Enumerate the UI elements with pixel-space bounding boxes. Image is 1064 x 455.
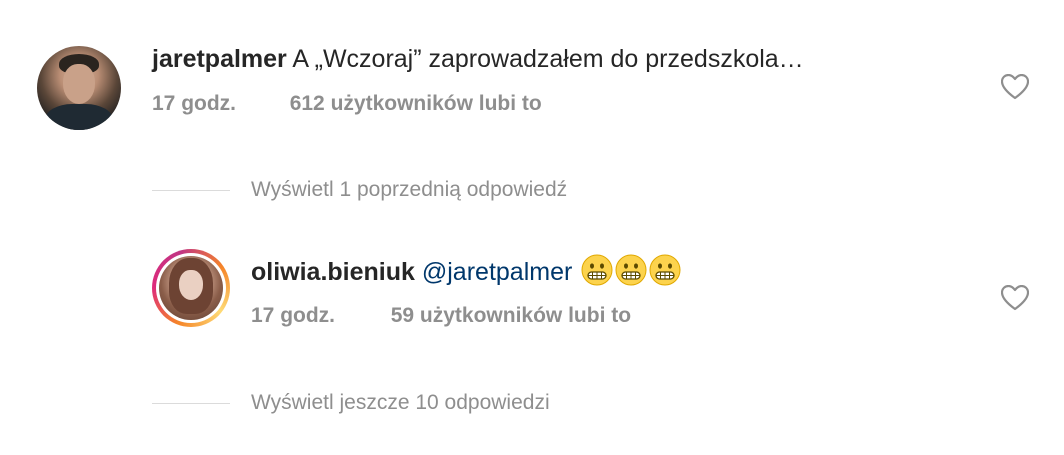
reply-likes[interactable]: 59 użytkowników lubi to	[391, 304, 631, 327]
grimacing-face-emoji	[581, 254, 613, 286]
view-previous-replies[interactable]: Wyświetl 1 poprzednią odpowiedź	[251, 178, 567, 202]
reply-text: oliwia.bieniuk @jaretpalmer	[251, 254, 681, 287]
avatar-oliwia-bieniuk[interactable]	[152, 249, 230, 327]
comment-meta: 17 godz. 612 użytkowników lubi to	[152, 92, 542, 116]
grimacing-face-emoji	[615, 254, 647, 286]
reply-meta: 17 godz. 59 użytkowników lubi to	[251, 304, 631, 328]
comment-username[interactable]: jaretpalmer	[152, 45, 287, 73]
divider	[152, 403, 230, 404]
comment-body: A „Wczoraj” zaprowadzałem do przedszkola…	[292, 45, 804, 73]
reply-username[interactable]: oliwia.bieniuk	[251, 258, 415, 286]
avatar-jaretpalmer[interactable]	[37, 46, 121, 130]
divider	[152, 190, 230, 191]
comment-likes[interactable]: 612 użytkowników lubi to	[290, 92, 542, 115]
view-more-replies[interactable]: Wyświetl jeszcze 10 odpowiedzi	[251, 391, 550, 415]
reply-mention[interactable]: @jaretpalmer	[422, 258, 572, 286]
comment-text: jaretpalmer A „Wczoraj” zaprowadzałem do…	[152, 45, 804, 74]
heart-outline-icon[interactable]	[1001, 285, 1029, 311]
heart-outline-icon[interactable]	[1001, 74, 1029, 100]
reply-time: 17 godz.	[251, 304, 336, 327]
grimacing-face-emoji	[649, 254, 681, 286]
comment-time: 17 godz.	[152, 92, 237, 115]
